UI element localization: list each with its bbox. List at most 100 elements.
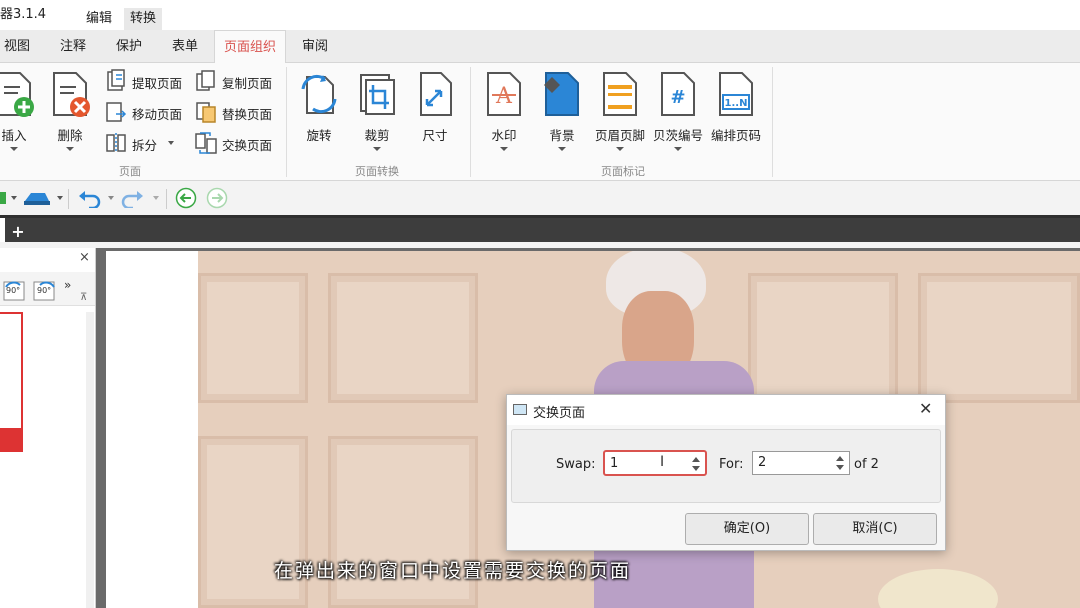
close-icon[interactable]: ✕ <box>919 399 932 418</box>
chevron-down-icon <box>373 147 381 151</box>
chevron-down-icon <box>168 141 174 145</box>
menu-edit[interactable]: 编辑 <box>80 8 118 30</box>
swap-page-label: 交换页面 <box>222 138 273 153</box>
page-size-icon <box>420 72 452 116</box>
split-button[interactable]: 拆分 <box>104 131 180 155</box>
ribbon-tabs: 视图 注释 保护 表单 页面组织 审阅 <box>0 30 1080 64</box>
group-label-page: 页面 <box>119 165 141 178</box>
replace-page-label: 替换页面 <box>222 107 273 122</box>
spinner-arrows-icon[interactable] <box>834 453 846 473</box>
swap-page-button[interactable]: 交换页面 <box>194 131 280 155</box>
chevron-down-icon[interactable] <box>153 196 159 200</box>
chevron-double-down-icon[interactable]: » <box>64 278 71 292</box>
tab-protect[interactable]: 保护 <box>108 30 150 63</box>
chevron-down-icon[interactable] <box>57 196 63 200</box>
swap-label: Swap: <box>556 457 596 472</box>
title-bar: 器3.1.4 编辑 转换 <box>0 0 1080 30</box>
tab-page-organize[interactable]: 页面组织 <box>214 30 286 64</box>
copy-page-button[interactable]: 复制页面 <box>194 69 280 93</box>
move-page-button[interactable]: 移动页面 <box>104 100 190 124</box>
video-caption: 在弹出来的窗口中设置需要交换的页面 <box>274 560 632 582</box>
add-tab-icon[interactable]: + <box>9 224 27 242</box>
chevron-down-icon <box>10 147 18 151</box>
copy-page-label: 复制页面 <box>222 76 273 91</box>
replace-page-icon <box>196 102 216 123</box>
save-icon[interactable] <box>0 188 8 208</box>
header-footer-icon <box>603 72 637 116</box>
redo-icon[interactable] <box>120 188 144 208</box>
extract-page-button[interactable]: 提取页面 <box>104 69 190 93</box>
wall-panel <box>328 273 478 403</box>
back-arrow-icon[interactable] <box>175 187 197 209</box>
menu-convert[interactable]: 转换 <box>124 8 163 30</box>
wall-panel <box>198 273 308 403</box>
size-button[interactable]: 尺寸 <box>407 67 463 159</box>
tab-review[interactable]: 审阅 <box>294 30 336 63</box>
collapse-icon[interactable]: ⊼ <box>80 292 87 303</box>
close-icon[interactable]: × <box>79 250 90 265</box>
thumbnail-panel: × 90° 90° » ⊼ <box>0 248 96 608</box>
bates-number-button[interactable]: # 贝茨编号 <box>650 67 706 159</box>
extract-page-label: 提取页面 <box>132 76 183 91</box>
page-number-button[interactable]: 1..N 编排页码 <box>708 67 764 159</box>
cancel-button[interactable]: 取消(C) <box>813 513 937 545</box>
svg-text:1..N: 1..N <box>725 98 748 109</box>
group-separator <box>470 67 471 177</box>
insert-button[interactable]: 插入 <box>0 67 42 159</box>
size-label: 尺寸 <box>422 128 448 143</box>
bates-number-icon: # <box>661 72 695 116</box>
delete-button[interactable]: 删除 <box>42 67 98 159</box>
tab-annotate[interactable]: 注释 <box>52 30 94 63</box>
toolbar-separator <box>166 189 167 209</box>
chevron-down-icon[interactable] <box>108 196 114 200</box>
svg-text:#: # <box>670 87 685 108</box>
swap-page-icon <box>195 132 217 154</box>
swap-value: 1 <box>610 456 619 471</box>
dialog-title: 交换页面 <box>533 406 586 421</box>
dialog-titlebar: 交换页面 ✕ <box>507 395 945 425</box>
crop-icon <box>360 74 395 115</box>
thumbnail-selection <box>0 428 21 450</box>
background-button[interactable]: 背景 <box>534 67 590 159</box>
document-tab[interactable] <box>0 218 5 242</box>
scanner-icon[interactable] <box>23 189 51 207</box>
ribbon: 插入 删除 提取页面 移动页面 拆分 复制页面 替换页面 交换页面 页面 旋转 … <box>0 63 1080 181</box>
rotate-button[interactable]: 旋转 <box>291 67 347 159</box>
header-footer-button[interactable]: 页眉页脚 <box>592 67 648 159</box>
document-tab-strip: + <box>0 215 1080 242</box>
move-page-icon <box>106 102 127 122</box>
undo-icon[interactable] <box>78 188 102 208</box>
svg-text:A: A <box>495 84 513 109</box>
for-page-input[interactable]: 2 <box>752 451 850 475</box>
page-thumbnail[interactable] <box>0 312 23 452</box>
tab-view[interactable]: 视图 <box>0 30 34 63</box>
watermark-button[interactable]: A 水印 <box>476 67 532 159</box>
group-separator <box>772 67 773 177</box>
for-label: For: <box>719 457 744 472</box>
extract-page-icon <box>107 69 125 91</box>
background-icon <box>544 72 579 116</box>
watermark-icon: A <box>487 72 521 116</box>
chevron-down-icon <box>616 147 624 151</box>
ok-button[interactable]: 确定(O) <box>685 513 809 545</box>
tab-form[interactable]: 表单 <box>164 30 206 63</box>
chevron-down-icon[interactable] <box>11 196 17 200</box>
move-page-label: 移动页面 <box>132 107 183 122</box>
spinner-arrows-icon[interactable] <box>690 454 702 474</box>
rotate-right-label: 90° <box>37 286 52 295</box>
delete-label: 删除 <box>57 128 83 143</box>
of-total-label: of 2 <box>854 457 879 472</box>
thumbnail-toolbar: 90° 90° » ⊼ <box>0 272 95 306</box>
crop-button[interactable]: 裁剪 <box>349 67 405 159</box>
insert-page-icon <box>0 72 34 117</box>
scrollbar[interactable] <box>86 312 94 608</box>
chevron-down-icon <box>500 147 508 151</box>
toolbar-separator <box>68 189 69 209</box>
group-separator <box>286 67 287 177</box>
replace-page-button[interactable]: 替换页面 <box>194 100 280 124</box>
chevron-down-icon <box>558 147 566 151</box>
text-cursor-icon: I <box>660 454 665 470</box>
forward-arrow-icon[interactable] <box>206 187 228 209</box>
swap-page-input[interactable]: 1 <box>603 450 707 476</box>
chevron-down-icon <box>674 147 682 151</box>
